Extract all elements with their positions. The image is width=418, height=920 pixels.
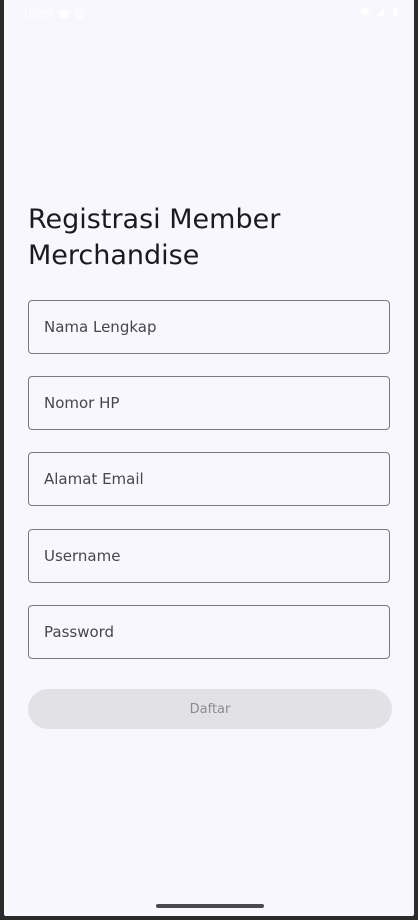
status-right [360,7,400,17]
signal-icon [376,8,384,16]
email-field[interactable] [28,452,390,506]
phone-input[interactable] [29,377,389,429]
wifi-icon [360,8,370,16]
settings-icon [75,9,85,19]
register-button[interactable]: Daftar [28,689,392,729]
password-field[interactable] [28,605,390,659]
username-field[interactable] [28,529,390,583]
status-left: 10:09 [22,7,85,21]
password-input[interactable] [29,606,389,658]
home-indicator[interactable] [156,904,264,908]
page-title: Registrasi Member Merchandise [28,204,281,272]
username-input[interactable] [29,530,389,582]
status-time: 10:09 [22,7,54,21]
battery-icon [393,7,398,17]
full-name-input[interactable] [29,301,389,353]
phone-field[interactable] [28,376,390,430]
email-input[interactable] [29,453,389,505]
full-name-field[interactable] [28,300,390,354]
app-screen: 10:09 Registrasi Member Merchandise Nama… [4,0,414,916]
image-icon [59,10,69,18]
register-button-label: Daftar [189,701,231,717]
status-bar: 10:09 [4,0,414,28]
